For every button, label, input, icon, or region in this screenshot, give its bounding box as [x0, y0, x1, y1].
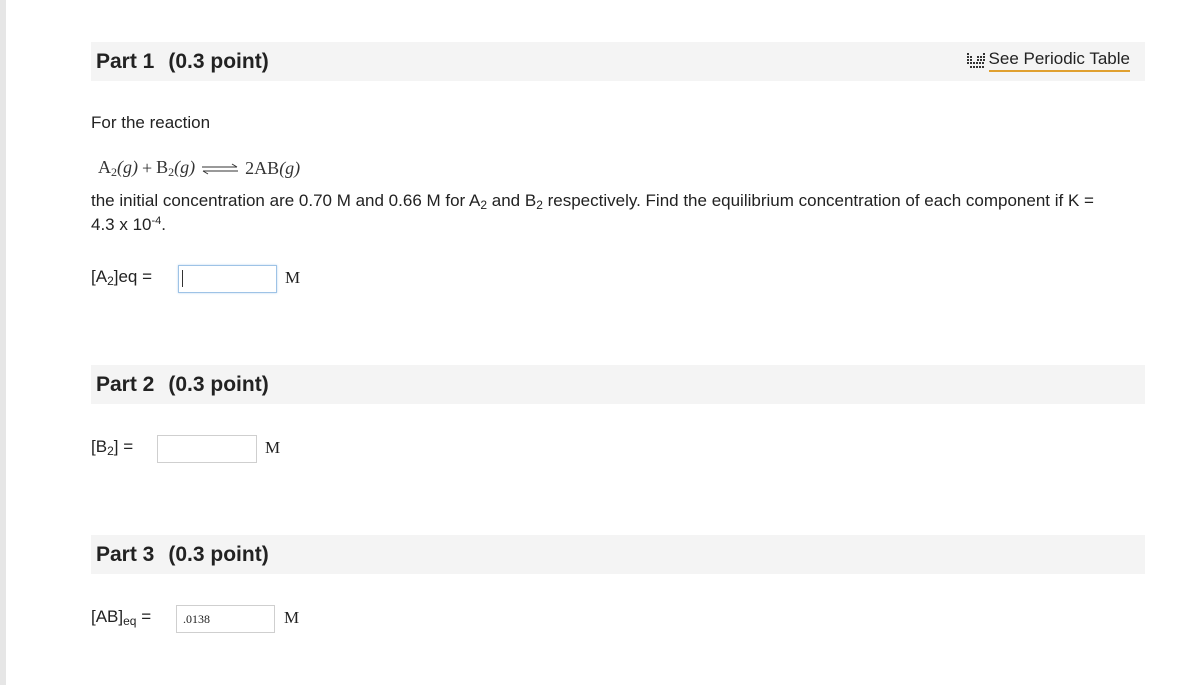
- part1-title: Part 1 (0.3 point): [96, 50, 269, 74]
- reaction-equation: A2(g) + B2(g) 2AB(g): [98, 157, 300, 180]
- reaction-intro: For the reaction: [91, 113, 211, 132]
- part3-header: Part 3 (0.3 point): [91, 535, 1145, 574]
- periodic-link-label: See Periodic Table: [988, 49, 1130, 72]
- part3-label: Part 3: [96, 543, 155, 566]
- problem-line-1: the initial concentration are 0.70 M and…: [91, 191, 1094, 212]
- part2-header: Part 2 (0.3 point): [91, 365, 1145, 404]
- equilibrium-arrow-icon: [202, 163, 239, 174]
- part2-title: Part 2 (0.3 point): [96, 373, 269, 397]
- part3-title: Part 3 (0.3 point): [96, 543, 269, 567]
- text-cursor: [182, 270, 183, 287]
- part3-points: (0.3 point): [168, 543, 269, 566]
- b2-input[interactable]: [157, 435, 257, 463]
- left-border: [0, 0, 6, 685]
- b2-label: [B2] =: [91, 437, 134, 458]
- a2-eq-label: [A2]eq =: [91, 267, 153, 288]
- part1-points: (0.3 point): [168, 50, 269, 73]
- reactant-a2: A2(g): [98, 157, 138, 179]
- part1-label: Part 1: [96, 50, 155, 73]
- periodic-table-icon: [966, 53, 985, 68]
- ab-eq-input[interactable]: [176, 605, 275, 633]
- part2-points: (0.3 point): [168, 373, 269, 396]
- problem-line-2: 4.3 x 10-4.: [91, 215, 167, 234]
- ab-eq-unit: M: [284, 608, 300, 627]
- see-periodic-table-link[interactable]: See Periodic Table: [966, 49, 1130, 72]
- plus-sign: +: [142, 158, 153, 178]
- a2-eq-input[interactable]: [178, 265, 277, 293]
- product-ab: 2AB(g): [245, 158, 301, 178]
- part1-header: Part 1 (0.3 point) See Periodic Table: [91, 42, 1145, 81]
- ab-eq-label: [AB]eq =: [91, 607, 152, 628]
- b2-unit: M: [265, 438, 281, 457]
- a2-eq-unit: M: [285, 268, 301, 287]
- part2-label: Part 2: [96, 373, 155, 396]
- reactant-b2: B2(g): [156, 157, 196, 179]
